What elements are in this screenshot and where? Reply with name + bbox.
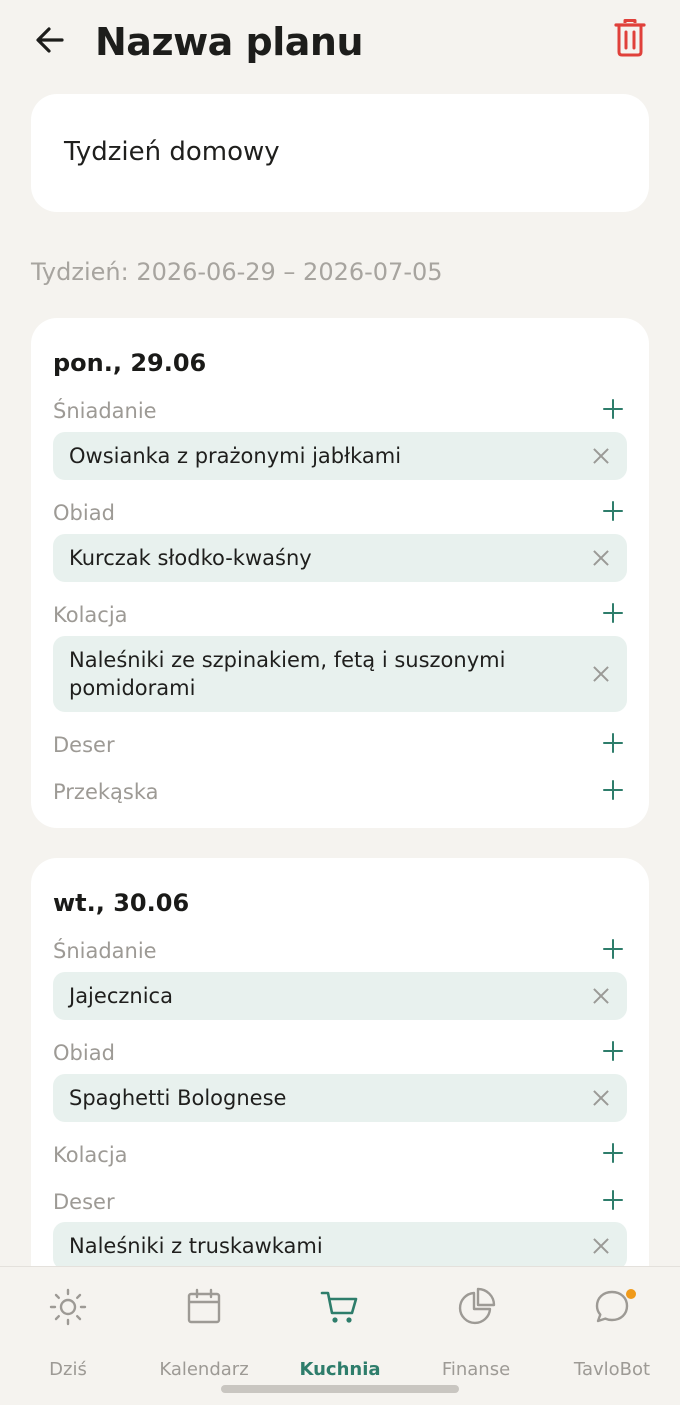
meal-label-dinner: Kolacja: [53, 1143, 128, 1167]
add-dessert-button[interactable]: [601, 731, 625, 755]
meal-label-lunch: Obiad: [53, 1041, 115, 1065]
nav-item-kitchen[interactable]: Kuchnia: [272, 1285, 408, 1380]
plan-name-field[interactable]: Tydzień domowy: [31, 94, 649, 212]
meal-item-name: Naleśniki ze szpinakiem, fetą i suszonym…: [69, 648, 506, 700]
nav-label: Finanse: [441, 1359, 511, 1380]
day-card-monday: pon., 29.06 Śniadanie Owsianka z prażony…: [31, 318, 649, 828]
meal-item[interactable]: Owsianka z prażonymi jabłkami: [53, 432, 627, 480]
home-indicator: [221, 1385, 459, 1393]
remove-meal-button[interactable]: [593, 1238, 609, 1254]
remove-meal-button[interactable]: [593, 550, 609, 566]
meal-label-breakfast: Śniadanie: [53, 939, 157, 963]
top-bar: Nazwa planu: [0, 0, 680, 90]
add-dessert-button[interactable]: [601, 1188, 625, 1212]
nav-item-today[interactable]: Dziś: [0, 1285, 136, 1380]
meal-item[interactable]: Jajecznica: [53, 972, 627, 1020]
delete-plan-button[interactable]: [610, 16, 650, 60]
meal-item[interactable]: Naleśniki ze szpinakiem, fetą i suszonym…: [53, 636, 627, 712]
meal-item-name: Spaghetti Bolognese: [69, 1086, 287, 1110]
arrow-left-icon: [36, 27, 64, 53]
meal-item-name: Jajecznica: [69, 984, 173, 1008]
remove-meal-button[interactable]: [593, 666, 609, 682]
meal-label-breakfast: Śniadanie: [53, 399, 157, 423]
trash-icon: [614, 19, 646, 57]
week-range-label: Tydzień: 2026-06-29 – 2026-07-05: [31, 258, 443, 286]
add-dinner-button[interactable]: [601, 601, 625, 625]
meal-item[interactable]: Naleśniki z truskawkami: [53, 1222, 627, 1270]
nav-item-tavlobot[interactable]: TavloBot: [544, 1285, 680, 1380]
meal-item-name: Kurczak słodko-kwaśny: [69, 546, 312, 570]
meal-item-name: Owsianka z prażonymi jabłkami: [69, 444, 402, 468]
notification-dot: [626, 1289, 636, 1299]
day-card-tuesday: wt., 30.06 Śniadanie Jajecznica Obiad Sp…: [31, 858, 649, 1328]
add-breakfast-button[interactable]: [601, 397, 625, 421]
meal-label-dessert: Deser: [53, 1190, 115, 1214]
add-dinner-button[interactable]: [601, 1141, 625, 1165]
sun-icon: [49, 1288, 87, 1326]
cart-icon: [320, 1291, 358, 1323]
page-title: Nazwa planu: [95, 20, 364, 64]
pie-chart-icon: [458, 1287, 496, 1325]
add-lunch-button[interactable]: [601, 499, 625, 523]
nav-label: Kalendarz: [159, 1359, 249, 1380]
remove-meal-button[interactable]: [593, 448, 609, 464]
back-button[interactable]: [28, 18, 72, 62]
meal-item-name: Naleśniki z truskawkami: [69, 1234, 323, 1258]
day-title: wt., 30.06: [53, 889, 190, 917]
meal-label-snack: Przekąska: [53, 780, 159, 804]
remove-meal-button[interactable]: [593, 1090, 609, 1106]
add-breakfast-button[interactable]: [601, 937, 625, 961]
meal-label-dinner: Kolacja: [53, 603, 128, 627]
plan-name-value: Tydzień domowy: [64, 137, 280, 167]
nav-label: Kuchnia: [299, 1359, 381, 1380]
nav-label: TavloBot: [573, 1359, 651, 1380]
calendar-icon: [187, 1288, 221, 1324]
meal-label-lunch: Obiad: [53, 501, 115, 525]
nav-item-finance[interactable]: Finanse: [408, 1285, 544, 1380]
nav-label: Dziś: [49, 1359, 87, 1380]
add-lunch-button[interactable]: [601, 1039, 625, 1063]
day-title: pon., 29.06: [53, 349, 207, 377]
meal-item[interactable]: Spaghetti Bolognese: [53, 1074, 627, 1122]
meal-item[interactable]: Kurczak słodko-kwaśny: [53, 534, 627, 582]
meal-label-dessert: Deser: [53, 733, 115, 757]
nav-item-calendar[interactable]: Kalendarz: [136, 1285, 272, 1380]
add-snack-button[interactable]: [601, 778, 625, 802]
remove-meal-button[interactable]: [593, 988, 609, 1004]
